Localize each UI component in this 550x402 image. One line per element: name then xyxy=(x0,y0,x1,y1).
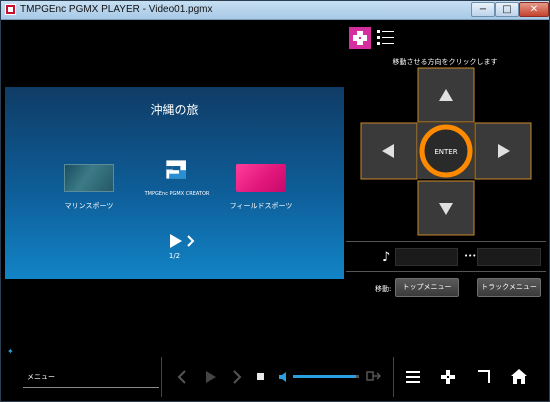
divider-bottom xyxy=(346,271,546,272)
enter-label: ENTER xyxy=(434,148,457,156)
close-button[interactable]: ✕ xyxy=(519,2,549,17)
field-sports-thumbnail[interactable] xyxy=(236,164,286,192)
divider-top xyxy=(346,241,546,242)
menu-title: 沖縄の旅 xyxy=(150,103,199,117)
menu-list-icon[interactable] xyxy=(406,370,420,384)
page-indicator: 1/2 xyxy=(168,252,181,260)
volume-icon[interactable] xyxy=(278,371,290,383)
player-window: TMPGEnc PGMX PLAYER - Video01.pgmx − □ ✕… xyxy=(0,0,550,402)
track-menu-button[interactable]: トラックメニュー xyxy=(477,278,541,297)
window-title: TMPGEnc PGMX PLAYER - Video01.pgmx xyxy=(20,4,213,15)
field-sports-label[interactable]: フィールドスポーツ xyxy=(230,201,293,211)
separator xyxy=(161,357,162,397)
dpad-mode-icon xyxy=(353,31,367,45)
minimize-button[interactable]: − xyxy=(471,2,495,17)
marine-sports-thumbnail[interactable] xyxy=(64,164,114,192)
move-label: 移動: xyxy=(375,285,392,293)
app-icon xyxy=(5,4,16,15)
audio-track-box[interactable] xyxy=(395,248,458,266)
marine-sports-label[interactable]: マリンスポーツ xyxy=(65,201,114,211)
separator xyxy=(393,357,394,397)
menu-preview: 沖縄の旅 TMPGEnc PGMX CREATOR マリンスポーツ フィールドス… xyxy=(5,87,344,279)
dpad-instruction: 移動させる方向をクリックします xyxy=(392,58,498,66)
stop-icon[interactable] xyxy=(257,373,264,380)
subtitle-icon: ••• xyxy=(464,252,477,260)
return-icon[interactable] xyxy=(477,370,491,384)
dpad-icon[interactable] xyxy=(441,370,455,384)
logo-caption: TMPGEnc PGMX CREATOR xyxy=(144,191,210,197)
maximize-button[interactable]: □ xyxy=(495,2,519,17)
top-menu-button[interactable]: トップメニュー xyxy=(395,278,459,297)
direction-pad[interactable]: ENTER xyxy=(360,67,532,237)
output-icon[interactable] xyxy=(366,369,382,383)
remote-mode-icon[interactable] xyxy=(349,27,371,49)
title-bar[interactable]: TMPGEnc PGMX PLAYER - Video01.pgmx − □ ✕ xyxy=(1,1,549,20)
list-mode-icon[interactable] xyxy=(377,29,395,47)
music-note-icon: ♪ xyxy=(382,250,391,265)
subtitle-track-box[interactable] xyxy=(477,248,541,266)
volume-slider[interactable] xyxy=(293,375,359,378)
next-page-arrow-icon[interactable] xyxy=(169,233,199,249)
previous-chapter-icon[interactable] xyxy=(176,369,188,385)
home-icon[interactable] xyxy=(511,369,527,384)
volume-level xyxy=(293,375,356,378)
play-icon[interactable] xyxy=(205,370,217,384)
pin-icon[interactable]: ✦ xyxy=(7,347,14,356)
pgmx-creator-logo[interactable] xyxy=(149,159,204,187)
menu-selector[interactable]: メニュー xyxy=(23,368,159,388)
next-chapter-icon[interactable] xyxy=(231,369,243,385)
